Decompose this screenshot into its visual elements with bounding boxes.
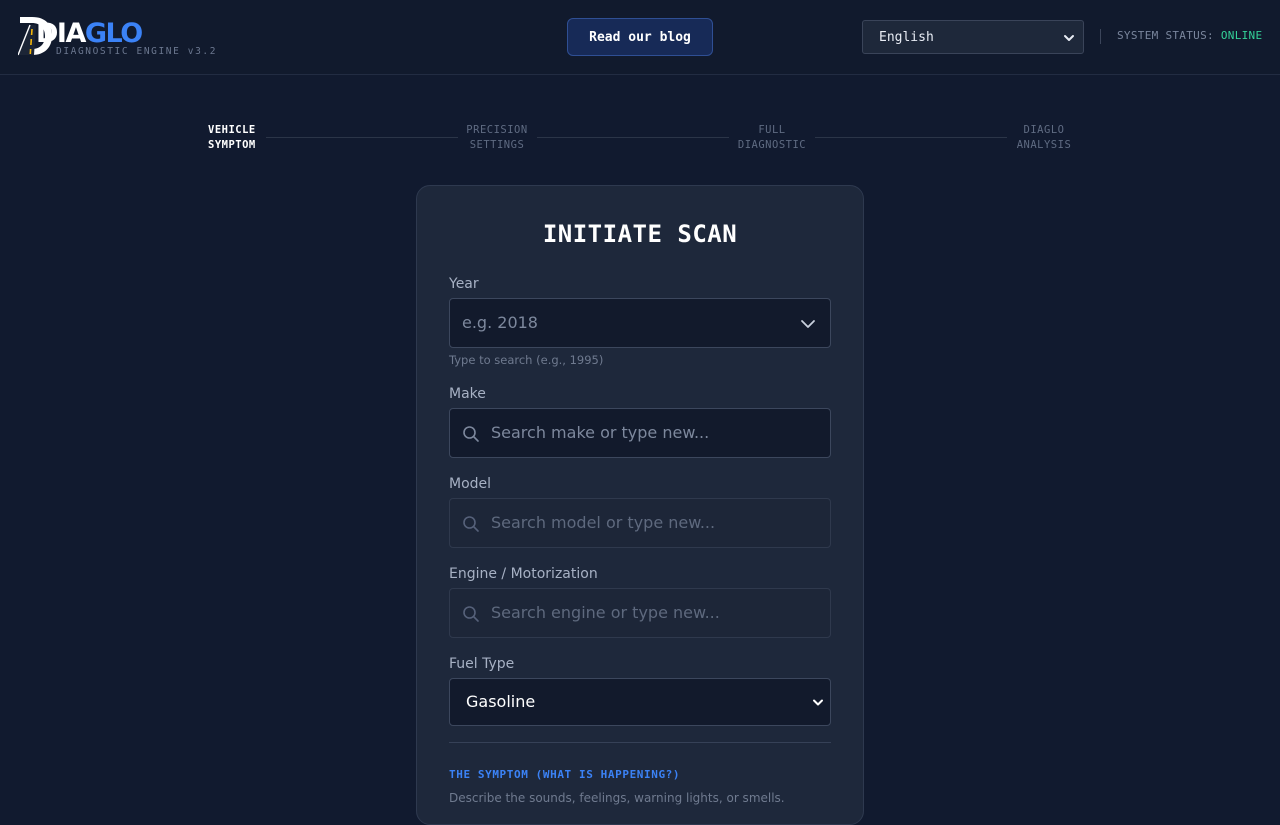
scan-form-card: INITIATE SCAN Year e.g. 2018 Type to sea… (416, 185, 864, 825)
fuel-type-select[interactable]: Gasoline (449, 678, 831, 726)
model-label: Model (449, 476, 492, 492)
progress-stepper: VEHICLE SYMPTOM PRECISION SETTINGS FULL … (200, 121, 1080, 161)
engine-label: Engine / Motorization (449, 566, 598, 582)
year-label: Year (449, 276, 479, 292)
status-value: ONLINE (1220, 29, 1263, 42)
step-full-diagnostic[interactable]: FULL DIAGNOSTIC (734, 123, 810, 153)
step-label-line2: SYMPTOM (208, 139, 256, 151)
engine-placeholder: Search engine or type new... (491, 603, 720, 622)
fuel-label: Fuel Type (449, 656, 515, 672)
step-connector (815, 137, 1007, 138)
year-combobox[interactable]: e.g. 2018 (449, 298, 831, 348)
step-label-line1: VEHICLE (208, 124, 256, 136)
step-connector (537, 137, 729, 138)
top-bar: DIAGLO DIAGNOSTIC ENGINE v3.2 Read our b… (0, 0, 1280, 75)
language-select[interactable]: English (862, 20, 1084, 54)
chevron-down-icon (1064, 35, 1074, 41)
make-search-input[interactable]: Search make or type new... (449, 408, 831, 458)
step-precision-settings[interactable]: PRECISION SETTINGS (462, 123, 532, 153)
symptom-section-title: THE SYMPTOM (WHAT IS HAPPENING?) (449, 768, 681, 781)
model-search-input[interactable]: Search model or type new... (449, 498, 831, 548)
step-label-line2: DIAGNOSTIC (737, 139, 807, 151)
make-label: Make (449, 386, 486, 402)
logo-subtitle: DIAGNOSTIC ENGINE v3.2 (56, 46, 218, 57)
step-connector (266, 137, 458, 138)
header-divider (1100, 29, 1101, 44)
read-blog-button[interactable]: Read our blog (567, 18, 713, 56)
step-label-line1: PRECISION (466, 124, 528, 136)
year-placeholder: e.g. 2018 (462, 313, 538, 332)
form-title: INITIATE SCAN (542, 220, 738, 248)
step-diaglo-analysis[interactable]: DIAGLO ANALYSIS (1012, 123, 1076, 153)
engine-search-input[interactable]: Search engine or type new... (449, 588, 831, 638)
status-label: SYSTEM STATUS: (1117, 29, 1214, 42)
step-label-line1: FULL (758, 124, 786, 136)
search-icon (463, 606, 479, 622)
form-divider (449, 742, 831, 743)
step-label-line1: DIAGLO (1023, 124, 1065, 136)
chevron-down-icon (813, 699, 823, 706)
model-placeholder: Search model or type new... (491, 513, 716, 532)
logo-wordmark-part1: DIA (36, 18, 86, 49)
year-hint: Type to search (e.g., 1995) (449, 353, 604, 367)
system-status: SYSTEM STATUS: ONLINE (1117, 29, 1262, 42)
make-placeholder: Search make or type new... (491, 423, 710, 442)
logo-wordmark-part2: GLO (84, 18, 143, 49)
search-icon (463, 426, 479, 442)
chevron-down-icon[interactable] (800, 318, 816, 330)
fuel-type-value: Gasoline (466, 692, 536, 711)
step-vehicle-symptom[interactable]: VEHICLE SYMPTOM (208, 123, 256, 153)
language-select-value: English (879, 29, 934, 45)
step-label-line2: SETTINGS (469, 139, 525, 151)
logo[interactable]: DIAGLO DIAGNOSTIC ENGINE v3.2 (18, 17, 218, 61)
search-icon (463, 516, 479, 532)
symptom-description: Describe the sounds, feelings, warning l… (449, 791, 785, 805)
step-label-line2: ANALYSIS (1016, 139, 1072, 151)
